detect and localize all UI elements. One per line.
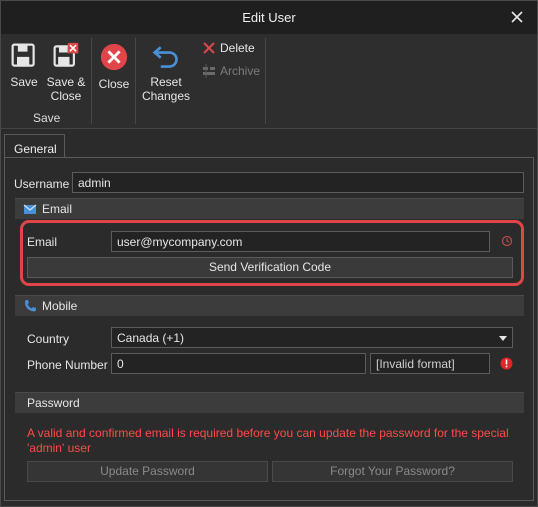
- password-error-message: A valid and confirmed email is required …: [27, 426, 509, 455]
- window-title: Edit User: [242, 10, 296, 25]
- ribbon-separator: [265, 38, 266, 124]
- forgot-password-button[interactable]: Forgot Your Password?: [272, 461, 513, 482]
- chevron-down-icon[interactable]: [499, 336, 507, 341]
- email-section-header: Email: [15, 198, 524, 219]
- email-field[interactable]: user@mycompany.com: [111, 231, 490, 252]
- phone-icon: [25, 300, 36, 312]
- save-close-label: Save & Close: [46, 75, 86, 103]
- update-password-button[interactable]: Update Password: [27, 461, 268, 482]
- delete-button[interactable]: Delete: [202, 41, 255, 55]
- envelope-icon: [23, 204, 37, 214]
- error-alert-icon: [500, 357, 513, 370]
- close-button[interactable]: Close: [97, 42, 131, 91]
- pending-clock-icon: [501, 235, 513, 247]
- email-label: Email: [27, 235, 58, 249]
- title-bar: Edit User: [1, 1, 537, 34]
- archive-button[interactable]: Archive: [202, 64, 260, 78]
- save-button[interactable]: Save: [8, 42, 40, 89]
- email-section-title: Email: [42, 202, 73, 216]
- save-close-button[interactable]: Save & Close: [44, 42, 88, 103]
- country-select[interactable]: Canada (+1): [111, 327, 513, 348]
- save-close-icon: [53, 42, 79, 67]
- delete-label: Delete: [220, 41, 255, 55]
- ribbon-separator: [91, 38, 92, 124]
- username-field[interactable]: admin: [72, 172, 524, 193]
- close-circle-icon: [100, 43, 128, 71]
- password-section-title: Password: [27, 396, 80, 410]
- country-label: Country: [27, 332, 70, 346]
- phone-format-indicator: [Invalid format]: [370, 353, 490, 374]
- archive-label: Archive: [220, 64, 261, 78]
- tab-general[interactable]: General: [4, 134, 65, 158]
- reset-changes-button[interactable]: Reset Changes: [141, 42, 191, 103]
- ribbon-group-save-label: Save: [33, 111, 61, 125]
- reset-changes-label: Reset Changes: [141, 75, 191, 103]
- ribbon-separator: [135, 38, 136, 124]
- mobile-section-title: Mobile: [42, 299, 78, 313]
- delete-x-icon: [203, 42, 215, 54]
- country-value: Canada (+1): [117, 331, 185, 345]
- mobile-section-header: Mobile: [15, 295, 524, 316]
- edit-user-window: Edit User Save Save & Close Save Close R…: [0, 0, 538, 507]
- archive-icon: [203, 64, 215, 78]
- phone-number-label: Phone Number: [27, 358, 108, 372]
- save-label: Save: [10, 75, 38, 89]
- ribbon-toolbar: Save Save & Close Save Close Reset Chang…: [1, 34, 537, 129]
- send-verification-code-button[interactable]: Send Verification Code: [27, 257, 513, 278]
- password-section-header: Password: [15, 392, 524, 413]
- undo-icon: [152, 46, 178, 68]
- close-label: Close: [98, 77, 130, 91]
- username-label: Username: [14, 177, 70, 191]
- close-window-icon[interactable]: [507, 7, 527, 27]
- save-icon: [11, 43, 35, 67]
- tab-strip: General: [1, 129, 537, 158]
- phone-number-field[interactable]: 0: [111, 353, 366, 374]
